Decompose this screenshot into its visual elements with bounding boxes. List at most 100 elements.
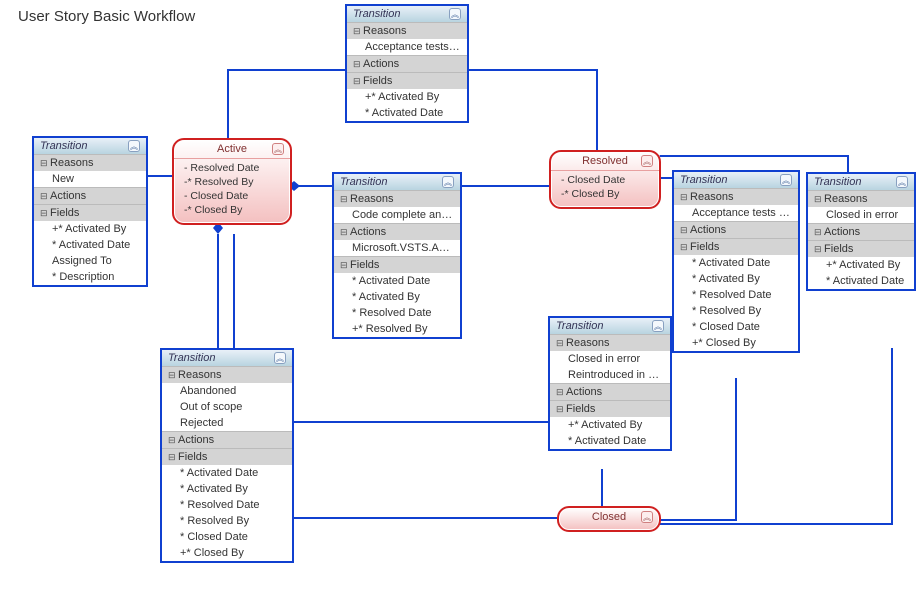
field-item: * Activated Date: [334, 273, 460, 289]
collapse-icon[interactable]: ︽: [641, 511, 653, 523]
state-closed-header: Closed ︽: [559, 508, 659, 526]
panel-header: Transition ︽: [347, 6, 467, 22]
field-item: +* Activated By: [34, 221, 146, 237]
state-resolved-header: Resolved ︽: [551, 152, 659, 171]
collapse-icon[interactable]: ︽: [274, 352, 286, 364]
transition-closed-error-reintro[interactable]: Transition︽ Reasons Closed in error Rein…: [548, 316, 672, 451]
section-actions[interactable]: Actions: [550, 383, 670, 400]
section-actions[interactable]: Actions: [674, 221, 798, 238]
section-fields[interactable]: Fields: [334, 256, 460, 273]
section-reasons[interactable]: Reasons: [162, 366, 292, 383]
panel-title: Transition: [353, 8, 400, 20]
field-item: * Activated Date: [34, 237, 146, 253]
collapse-icon[interactable]: ︽: [128, 140, 140, 152]
state-field: -* Closed By: [561, 187, 651, 201]
section-fields[interactable]: Fields: [550, 400, 670, 417]
panel-header: Transition ︽: [808, 174, 914, 190]
panel-title: Transition: [340, 176, 387, 188]
transition-acceptance-fail[interactable]: Transition ︽ Reasons Acceptance tests fai…: [345, 4, 469, 123]
section-reasons[interactable]: Reasons: [34, 154, 146, 171]
state-resolved-body: - Closed Date -* Closed By: [551, 171, 659, 207]
field-item: * Resolved Date: [334, 305, 460, 321]
panel-title: Transition: [680, 174, 727, 186]
reason-item: Closed in error: [550, 351, 670, 367]
field-item: * Resolved Date: [674, 287, 798, 303]
field-item: * Activated By: [334, 289, 460, 305]
section-reasons[interactable]: Reasons: [808, 190, 914, 207]
state-field: - Resolved Date: [184, 161, 282, 175]
panel-header: Transition ︽: [550, 318, 670, 334]
reason-item: New: [34, 171, 146, 187]
field-item: * Activated Date: [550, 433, 670, 449]
reason-item: Acceptance tests fail: [347, 39, 467, 55]
field-item: Assigned To: [34, 253, 146, 269]
section-actions[interactable]: Actions: [347, 55, 467, 72]
section-actions[interactable]: Actions: [34, 187, 146, 204]
reason-item: Code complete and...: [334, 207, 460, 223]
state-closed-title: Closed: [592, 511, 626, 523]
reason-item: Out of scope: [162, 399, 292, 415]
panel-title: Transition: [168, 352, 215, 364]
field-item: * Activated Date: [808, 273, 914, 289]
collapse-icon[interactable]: ︽: [896, 176, 908, 188]
transition-code-complete[interactable]: Transition ︽ Reasons Code complete and...…: [332, 172, 462, 339]
state-active[interactable]: Active ︽ - Resolved Date -* Resolved By …: [172, 138, 292, 225]
field-item: * Activated Date: [347, 105, 467, 121]
transition-acceptance-pass[interactable]: Transition︽ Reasons Acceptance tests p..…: [672, 170, 800, 353]
diagram-title: User Story Basic Workflow: [18, 8, 195, 25]
field-item: * Activated Date: [162, 465, 292, 481]
state-field: - Closed Date: [184, 189, 282, 203]
section-reasons[interactable]: Reasons: [347, 22, 467, 39]
section-reasons[interactable]: Reasons: [674, 188, 798, 205]
field-item: +* Activated By: [347, 89, 467, 105]
section-fields[interactable]: Fields: [674, 238, 798, 255]
collapse-icon[interactable]: ︽: [449, 8, 461, 20]
field-item: * Activated By: [674, 271, 798, 287]
panel-title: Transition: [40, 140, 87, 152]
state-active-body: - Resolved Date -* Resolved By - Closed …: [174, 159, 290, 223]
field-item: * Resolved Date: [162, 497, 292, 513]
state-field: - Closed Date: [561, 173, 651, 187]
section-actions[interactable]: Actions: [162, 431, 292, 448]
collapse-icon[interactable]: ︽: [641, 155, 653, 167]
field-item: * Closed Date: [162, 529, 292, 545]
collapse-icon[interactable]: ︽: [272, 143, 284, 155]
collapse-icon[interactable]: ︽: [780, 174, 792, 186]
panel-title: Transition: [556, 320, 603, 332]
field-item: * Resolved By: [162, 513, 292, 529]
field-item: * Description: [34, 269, 146, 285]
field-item: * Activated By: [162, 481, 292, 497]
transition-new[interactable]: Transition ︽ Reasons New Actions Fields +…: [32, 136, 148, 287]
state-resolved-title: Resolved: [582, 155, 628, 167]
state-active-title: Active: [217, 143, 247, 155]
panel-header: Transition ︽: [34, 138, 146, 154]
field-item: +* Resolved By: [334, 321, 460, 337]
state-active-header: Active ︽: [174, 140, 290, 159]
panel-header: Transition ︽: [674, 172, 798, 188]
field-item: * Activated Date: [674, 255, 798, 271]
state-field: -* Closed By: [184, 203, 282, 217]
section-reasons[interactable]: Reasons: [334, 190, 460, 207]
transition-closed-error-to-resolved[interactable]: Transition ︽ Reasons Closed in error Acti…: [806, 172, 916, 291]
state-field: -* Resolved By: [184, 175, 282, 189]
section-actions[interactable]: Actions: [808, 223, 914, 240]
reason-item: Rejected: [162, 415, 292, 431]
panel-header: Transition ︽: [162, 350, 292, 366]
state-closed[interactable]: Closed ︽: [557, 506, 661, 532]
reason-item: Abandoned: [162, 383, 292, 399]
section-fields[interactable]: Fields: [34, 204, 146, 221]
field-item: +* Activated By: [550, 417, 670, 433]
section-reasons[interactable]: Reasons: [550, 334, 670, 351]
panel-title: Transition: [814, 176, 861, 188]
section-fields[interactable]: Fields: [808, 240, 914, 257]
section-actions[interactable]: Actions: [334, 223, 460, 240]
section-fields[interactable]: Fields: [347, 72, 467, 89]
state-resolved[interactable]: Resolved ︽ - Closed Date -* Closed By: [549, 150, 661, 209]
collapse-icon[interactable]: ︽: [652, 320, 664, 332]
section-fields[interactable]: Fields: [162, 448, 292, 465]
reason-item: Closed in error: [808, 207, 914, 223]
field-item: * Resolved By: [674, 303, 798, 319]
transition-abandon[interactable]: Transition ︽ Reasons Abandoned Out of sco…: [160, 348, 294, 563]
field-item: +* Closed By: [674, 335, 798, 351]
collapse-icon[interactable]: ︽: [442, 176, 454, 188]
